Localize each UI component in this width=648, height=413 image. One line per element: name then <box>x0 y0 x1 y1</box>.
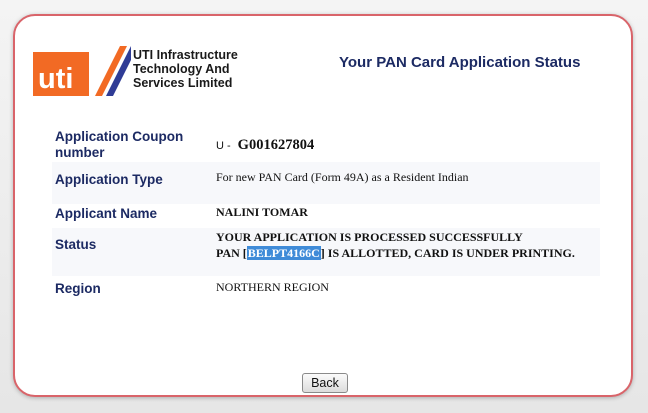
coupon-label: Application Coupon number <box>55 129 183 161</box>
pan-number[interactable]: BELPT4166C <box>246 246 321 260</box>
uti-logo-wordmark: uti <box>38 63 73 95</box>
applicant-name-row: Applicant Name NALINI TOMAR <box>52 204 600 228</box>
pan-suffix: ] IS ALLOTTED, CARD IS UNDER PRINTING. <box>320 246 575 260</box>
company-name-line-1: UTI Infrastructure <box>133 48 238 62</box>
status-row: Status YOUR APPLICATION IS PROCESSED SUC… <box>52 228 600 276</box>
status-value: YOUR APPLICATION IS PROCESSED SUCCESSFUL… <box>216 229 575 261</box>
status-line-1: YOUR APPLICATION IS PROCESSED SUCCESSFUL… <box>216 230 523 244</box>
company-name-line-3: Services Limited <box>133 76 233 90</box>
region-row: Region NORTHERN REGION <box>52 276 600 300</box>
page-title: Your PAN Card Application Status <box>339 54 581 71</box>
applicant-name-value: NALINI TOMAR <box>216 205 308 219</box>
coupon-label-line-1: Application Coupon <box>55 129 184 144</box>
company-name-line-2: Technology And <box>133 62 230 76</box>
coupon-prefix: U - <box>216 140 231 152</box>
application-details: Application Coupon number U - G001627804… <box>52 126 600 300</box>
coupon-label-line-2: number <box>55 145 105 160</box>
region-value: NORTHERN REGION <box>216 280 329 294</box>
application-type-label: Application Type <box>55 172 163 187</box>
status-card: uti UTI Infrastructure Technology And Se… <box>13 14 633 397</box>
application-type-value: For new PAN Card (Form 49A) as a Residen… <box>216 170 469 184</box>
applicant-name-label: Applicant Name <box>55 206 158 221</box>
back-button[interactable]: Back <box>302 373 348 393</box>
status-line-2: PAN [BELPT4166C] IS ALLOTTED, CARD IS UN… <box>216 245 575 261</box>
status-label: Status <box>55 237 97 252</box>
company-name: UTI Infrastructure Technology And Servic… <box>133 48 238 90</box>
uti-logo: uti UTI Infrastructure Technology And Se… <box>33 46 245 96</box>
region-label: Region <box>55 281 101 296</box>
pan-prefix: PAN [ <box>216 246 247 260</box>
coupon-number: G001627804 <box>237 137 315 153</box>
uti-logo-mark: uti <box>33 46 131 96</box>
application-type-row: Application Type For new PAN Card (Form … <box>52 162 600 204</box>
coupon-row: Application Coupon number U - G001627804 <box>52 126 600 162</box>
coupon-value: U - G001627804 <box>216 137 314 154</box>
page-background: uti UTI Infrastructure Technology And Se… <box>0 0 648 413</box>
